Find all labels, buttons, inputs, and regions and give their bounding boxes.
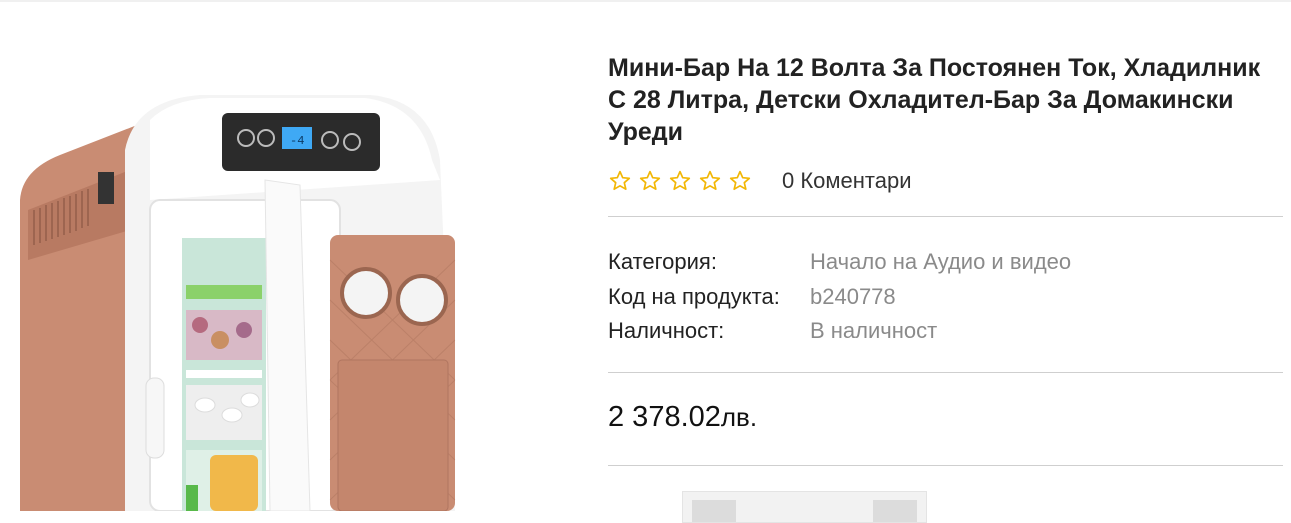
sku-value: b240778 <box>810 283 896 309</box>
quantity-stepper[interactable] <box>682 491 927 523</box>
divider <box>608 216 1283 217</box>
price-amount: 2 378.02 <box>608 400 721 433</box>
meta-row-sku: Код на продукта: b240778 <box>608 280 1284 315</box>
star-outline-icon[interactable] <box>728 169 752 193</box>
divider <box>608 464 1283 466</box>
price-currency: лв. <box>720 401 758 432</box>
mini-fridge-illustration: -4 <box>20 95 456 511</box>
star-outline-icon[interactable] <box>698 169 722 193</box>
sku-label: Код на продукта: <box>608 283 780 309</box>
meta-row-category: Категория: Начало на Аудио и видео <box>608 245 1284 280</box>
star-rating[interactable] <box>608 169 752 193</box>
quantity-increase-button[interactable] <box>873 500 917 522</box>
star-outline-icon[interactable] <box>608 169 632 193</box>
star-outline-icon[interactable] <box>668 169 692 193</box>
product-title: Мини-Бар На 12 Волта За Постоянен Ток, Х… <box>608 54 1261 146</box>
top-border <box>0 0 1291 2</box>
product-price: 2 378.02лв. <box>608 401 1284 437</box>
product-image[interactable]: -4 <box>0 60 560 511</box>
star-outline-icon[interactable] <box>638 169 662 193</box>
reviews-link[interactable]: 0 Коментари <box>782 168 912 194</box>
category-link[interactable]: Начало на Аудио и видео <box>810 249 1071 275</box>
product-meta: Категория: Начало на Аудио и видео Код н… <box>608 245 1284 349</box>
meta-row-availability: Наличност: В наличност <box>608 314 1284 349</box>
product-info: Мини-Бар На 12 Волта За Постоянен Ток, Х… <box>608 52 1284 466</box>
rating-row: 0 Коментари <box>608 166 1284 196</box>
availability-value: В наличност <box>810 318 938 344</box>
divider <box>608 371 1283 373</box>
svg-text:-4: -4 <box>290 134 304 148</box>
category-label: Категория: <box>608 249 717 275</box>
quantity-decrease-button[interactable] <box>692 500 736 522</box>
availability-label: Наличност: <box>608 318 725 344</box>
